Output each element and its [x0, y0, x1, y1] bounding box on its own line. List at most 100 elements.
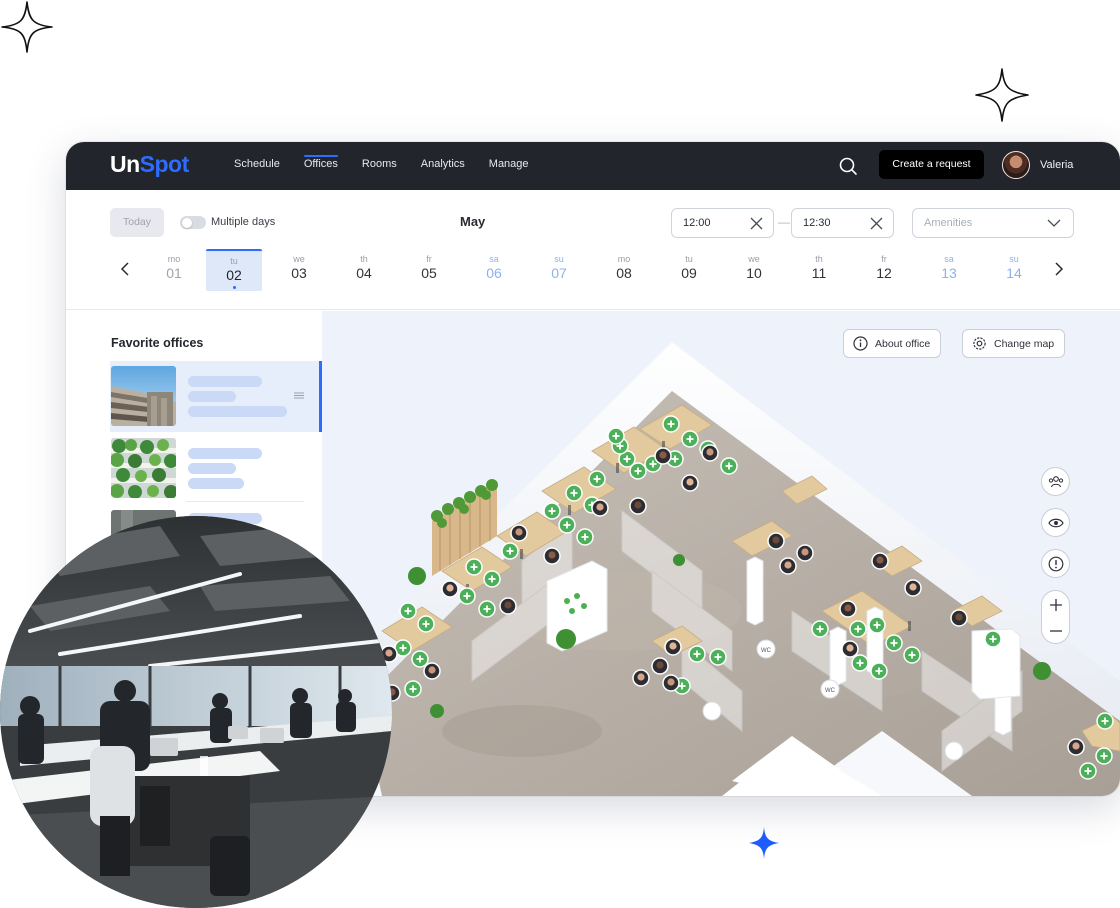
nav-rooms[interactable]: Rooms: [362, 142, 397, 190]
available-seat-marker[interactable]: [411, 650, 429, 668]
available-seat-marker[interactable]: [1096, 712, 1114, 730]
occupied-seat-avatar[interactable]: [664, 638, 682, 656]
available-seat-marker[interactable]: [885, 634, 903, 652]
available-seat-marker[interactable]: [984, 630, 1002, 648]
available-seat-marker[interactable]: [501, 542, 519, 560]
office-card[interactable]: [110, 433, 321, 504]
nav-analytics[interactable]: Analytics: [421, 142, 465, 190]
occupied-seat-avatar[interactable]: [841, 640, 859, 658]
available-seat-marker[interactable]: [399, 602, 417, 620]
occupied-seat-avatar[interactable]: [629, 497, 647, 515]
available-seat-marker[interactable]: [607, 427, 625, 445]
amenities-select[interactable]: Amenities: [912, 208, 1074, 238]
available-seat-marker[interactable]: [870, 662, 888, 680]
about-office-button[interactable]: About office: [843, 329, 942, 358]
occupied-seat-avatar[interactable]: [796, 544, 814, 562]
available-seat-marker[interactable]: [709, 648, 727, 666]
available-seat-marker[interactable]: [478, 600, 496, 618]
nav-offices[interactable]: Offices: [303, 142, 338, 190]
clear-icon[interactable]: [870, 217, 883, 230]
zoom-out-button[interactable]: [1042, 618, 1069, 644]
occupied-seat-avatar[interactable]: [591, 499, 609, 517]
today-button[interactable]: Today: [110, 208, 164, 237]
time-from-field[interactable]: 12:00: [671, 208, 774, 238]
day-01[interactable]: mo 01: [146, 249, 202, 291]
occupied-seat-avatar[interactable]: [950, 609, 968, 627]
clear-icon[interactable]: [750, 217, 763, 230]
available-seat-marker[interactable]: [903, 646, 921, 664]
day-07[interactable]: su 07: [531, 249, 587, 291]
available-seat-marker[interactable]: [588, 470, 606, 488]
day-04[interactable]: th 04: [336, 249, 392, 291]
chevron-left-icon[interactable]: [119, 262, 133, 276]
occupied-seat-avatar[interactable]: [767, 532, 785, 550]
drag-handle-icon[interactable]: [294, 392, 304, 399]
occupied-seat-avatar[interactable]: [839, 600, 857, 618]
day-06[interactable]: sa 06: [466, 249, 522, 291]
office-card[interactable]: [110, 361, 322, 432]
multiple-days-toggle[interactable]: [180, 216, 206, 229]
occupied-seat-avatar[interactable]: [681, 474, 699, 492]
day-13[interactable]: sa 13: [921, 249, 977, 291]
available-seat-marker[interactable]: [629, 462, 647, 480]
day-03[interactable]: we 03: [271, 249, 327, 291]
nav-manage[interactable]: Manage: [489, 142, 529, 190]
available-seat-marker[interactable]: [543, 502, 561, 520]
occupied-seat-avatar[interactable]: [499, 597, 517, 615]
change-map-button[interactable]: Change map: [962, 329, 1066, 358]
search-icon[interactable]: [837, 155, 859, 177]
occupied-seat-avatar[interactable]: [423, 662, 441, 680]
chevron-right-icon[interactable]: [1051, 262, 1065, 276]
available-seat-marker[interactable]: [662, 415, 680, 433]
available-seat-marker[interactable]: [681, 430, 699, 448]
available-seat-marker[interactable]: [565, 484, 583, 502]
day-09[interactable]: tu 09: [661, 249, 717, 291]
occupied-seat-avatar[interactable]: [904, 579, 922, 597]
office-map[interactable]: WC WC About office Change map: [322, 311, 1120, 796]
available-seat-marker[interactable]: [558, 516, 576, 534]
available-seat-marker[interactable]: [404, 680, 422, 698]
available-seat-marker[interactable]: [868, 616, 886, 634]
available-seat-marker[interactable]: [483, 570, 501, 588]
occupied-seat-avatar[interactable]: [654, 447, 672, 465]
nav-schedule[interactable]: Schedule: [234, 142, 280, 190]
occupied-seat-avatar[interactable]: [779, 557, 797, 575]
occupied-seat-avatar[interactable]: [662, 674, 680, 692]
available-seat-marker[interactable]: [688, 645, 706, 663]
available-seat-marker[interactable]: [720, 457, 738, 475]
user-menu[interactable]: Valeria: [1002, 151, 1073, 179]
unspot-logo[interactable]: UnSpot: [110, 151, 189, 178]
available-seat-marker[interactable]: [576, 528, 594, 546]
people-filter-button[interactable]: [1041, 467, 1070, 496]
day-02[interactable]: tu 02: [206, 249, 262, 291]
available-seat-marker[interactable]: [417, 615, 435, 633]
available-seat-marker[interactable]: [465, 558, 483, 576]
create-request-button[interactable]: Create a request: [879, 150, 984, 179]
day-12[interactable]: fr 12: [856, 249, 912, 291]
day-14[interactable]: su 14: [986, 249, 1042, 291]
available-seat-marker[interactable]: [849, 620, 867, 638]
day-10[interactable]: we 10: [726, 249, 782, 291]
day-11[interactable]: th 11: [791, 249, 847, 291]
visibility-button[interactable]: [1041, 508, 1070, 537]
available-seat-marker[interactable]: [851, 654, 869, 672]
day-08[interactable]: mo 08: [596, 249, 652, 291]
time-to-value: 12:30: [803, 217, 831, 229]
occupied-seat-avatar[interactable]: [510, 524, 528, 542]
report-issue-button[interactable]: [1041, 549, 1070, 578]
available-seat-marker[interactable]: [458, 587, 476, 605]
available-seat-marker[interactable]: [1095, 747, 1113, 765]
zoom-in-button[interactable]: [1042, 592, 1069, 618]
time-to-field[interactable]: 12:30: [791, 208, 894, 238]
available-seat-marker[interactable]: [1079, 762, 1097, 780]
occupied-seat-avatar[interactable]: [441, 580, 459, 598]
available-seat-marker[interactable]: [811, 620, 829, 638]
day-05[interactable]: fr 05: [401, 249, 457, 291]
occupied-seat-avatar[interactable]: [871, 552, 889, 570]
occupied-seat-avatar[interactable]: [632, 669, 650, 687]
occupied-seat-avatar[interactable]: [1067, 738, 1085, 756]
multiple-days-label: Multiple days: [211, 216, 276, 228]
occupied-seat-avatar[interactable]: [701, 444, 719, 462]
occupied-seat-avatar[interactable]: [651, 657, 669, 675]
occupied-seat-avatar[interactable]: [543, 547, 561, 565]
